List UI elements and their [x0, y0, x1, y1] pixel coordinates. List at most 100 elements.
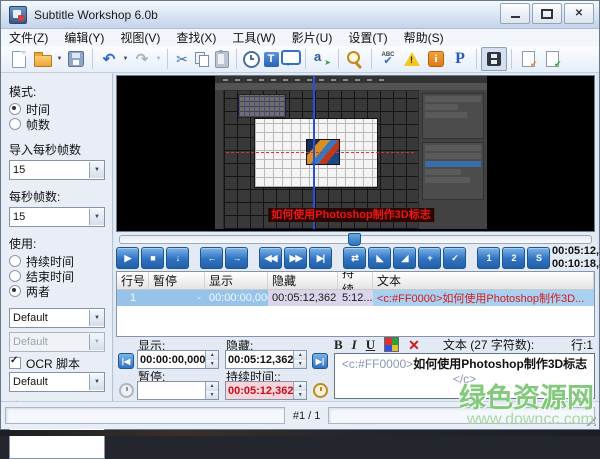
sync-button[interactable]: S [527, 247, 550, 269]
radio-time[interactable] [9, 103, 21, 115]
minimize-button[interactable] [500, 3, 530, 24]
stop-button[interactable]: ■ [141, 247, 164, 269]
undo-button[interactable]: ↶ [97, 48, 121, 70]
clear-format-button[interactable]: ✕ [408, 338, 420, 352]
play-rate-button[interactable]: ▶| [309, 247, 332, 269]
redo-dropdown-arrow[interactable]: ▼ [154, 56, 163, 62]
sync-point-2-button[interactable]: 2 [502, 247, 525, 269]
header-pause[interactable]: 暂停 [149, 272, 205, 289]
rewind-button[interactable]: ◀◀ [259, 247, 282, 269]
seek-bar[interactable] [116, 233, 595, 245]
pause-up-arrow[interactable]: ▲ [206, 382, 218, 391]
open-file-button[interactable] [31, 48, 55, 70]
ocr-script-checkbox[interactable] [9, 357, 21, 369]
duration-value[interactable]: 00:05:12,362 [226, 382, 293, 399]
charset-primary-select[interactable]: Default ▼ [9, 308, 105, 328]
radio-final-time[interactable] [9, 270, 21, 282]
header-duration[interactable]: 持续... [338, 272, 373, 289]
menu-search[interactable]: 查找(X) [168, 29, 224, 46]
duration-clock-icon[interactable] [313, 383, 328, 398]
pascal-scripts-button[interactable]: P [448, 48, 472, 70]
set-end-time-button[interactable]: ✓ [443, 247, 466, 269]
hide-time-value[interactable]: 00:05:12,362 [226, 351, 293, 368]
subtitle-text-input[interactable]: <c:#FF0000>如何使用Photoshop制作3D标志 </c> [334, 353, 595, 399]
jump-to-end-button[interactable]: ▶| [312, 353, 328, 369]
menu-file[interactable]: 文件(Z) [1, 29, 56, 46]
time-tools-button[interactable] [241, 48, 261, 70]
maximize-button[interactable] [532, 3, 562, 24]
menu-view[interactable]: 视图(V) [112, 29, 168, 46]
text-tools-button[interactable]: T [261, 48, 281, 70]
fps-select[interactable]: 15 ▼ [9, 207, 105, 227]
redo-button[interactable]: ↷ [130, 48, 154, 70]
subtitle-list[interactable]: 行号 暂停 显示 隐藏 持续... 文本 1 - 00:00:00,000 00… [116, 271, 595, 337]
use-both-option[interactable]: 两者 [9, 284, 112, 298]
cut-button[interactable]: ✂ [172, 48, 192, 70]
header-hide[interactable]: 隐藏 [268, 272, 338, 289]
play-button[interactable]: ▶ [116, 247, 139, 269]
use-duration-option[interactable]: 持续时间 [9, 254, 112, 268]
pause-value[interactable] [138, 382, 205, 399]
video-preview[interactable]: 如何使用Photoshop制作3D标志 [116, 75, 595, 232]
undo-dropdown-arrow[interactable]: ▼ [121, 56, 130, 62]
forward-button[interactable]: ▶▶ [284, 247, 307, 269]
table-row[interactable]: 1 - 00:00:00,000 00:05:12,362 5:12... <c… [117, 290, 594, 306]
repeat-button[interactable]: ⇄ [343, 247, 366, 269]
sync-point-1-button[interactable]: 1 [477, 247, 500, 269]
save-button[interactable] [64, 48, 88, 70]
subtitle-tools-button[interactable] [281, 48, 301, 70]
charset-primary-dropdown-arrow[interactable]: ▼ [89, 310, 104, 326]
jump-to-start-button[interactable]: |◀ [118, 353, 134, 369]
duration-spinner[interactable]: 00:05:12,362 ▲▼ [225, 381, 307, 400]
bold-button[interactable]: B [334, 338, 343, 351]
set-start-time-button[interactable]: + [418, 247, 441, 269]
video-preview-mode-button[interactable] [481, 47, 507, 71]
header-text[interactable]: 文本 [373, 272, 594, 289]
radio-duration[interactable] [9, 255, 21, 267]
show-time-spinner[interactable]: 00:00:00,000 ▲▼ [137, 350, 219, 369]
copy-button[interactable] [192, 48, 212, 70]
move-subtitle-start-button[interactable]: ◣ [368, 247, 391, 269]
information-button[interactable] [424, 48, 448, 70]
mode-time-option[interactable]: 时间 [9, 102, 112, 116]
underline-button[interactable]: U [366, 338, 375, 351]
ocr-script-check-button[interactable] [516, 48, 540, 70]
italic-button[interactable]: I [352, 338, 357, 351]
duration-up-arrow[interactable]: ▲ [294, 382, 306, 391]
show-up-arrow[interactable]: ▲ [206, 351, 218, 360]
radio-frames[interactable] [9, 118, 21, 130]
color-palette-icon[interactable] [384, 337, 399, 352]
warnings-button[interactable] [400, 48, 424, 70]
next-subtitle-button[interactable]: → [225, 247, 248, 269]
menu-settings[interactable]: 设置(T) [340, 29, 395, 46]
hide-up-arrow[interactable]: ▲ [294, 351, 306, 360]
menu-tools[interactable]: 工具(W) [224, 29, 283, 46]
hide-down-arrow[interactable]: ▼ [294, 360, 306, 369]
menu-movie[interactable]: 影片(U) [284, 29, 341, 46]
ocr-script-dropdown-arrow[interactable]: ▼ [89, 374, 104, 390]
duration-down-arrow[interactable]: ▼ [294, 391, 306, 400]
radio-both[interactable] [9, 285, 21, 297]
fps-dropdown-arrow[interactable]: ▼ [89, 209, 104, 225]
ocr-script-option[interactable]: OCR 脚本 [9, 356, 112, 370]
use-final-time-option[interactable]: 结束时间 [9, 269, 112, 283]
mode-frames-option[interactable]: 帧数 [9, 117, 112, 131]
hide-time-spinner[interactable]: 00:05:12,362 ▲▼ [225, 350, 307, 369]
open-dropdown-arrow[interactable]: ▼ [55, 56, 64, 62]
menu-edit[interactable]: 编辑(Y) [56, 29, 112, 46]
ocr-script-select[interactable]: Default ▼ [9, 372, 105, 392]
search-button[interactable] [343, 48, 367, 70]
scroll-list-button[interactable]: ↓ [166, 247, 189, 269]
header-show[interactable]: 显示 [205, 272, 268, 289]
prev-subtitle-button[interactable]: ← [200, 247, 223, 269]
paste-button[interactable] [212, 48, 232, 70]
script-check-button[interactable] [540, 48, 564, 70]
header-line[interactable]: 行号 [117, 272, 149, 289]
spell-check-button[interactable] [376, 48, 400, 70]
show-down-arrow[interactable]: ▼ [206, 360, 218, 369]
pause-down-arrow[interactable]: ▼ [206, 391, 218, 400]
move-subtitle-end-button[interactable]: ◢ [393, 247, 416, 269]
pause-spinner[interactable]: ▲▼ [137, 381, 219, 400]
new-file-button[interactable] [7, 48, 31, 70]
show-time-value[interactable]: 00:00:00,000 [138, 351, 205, 368]
